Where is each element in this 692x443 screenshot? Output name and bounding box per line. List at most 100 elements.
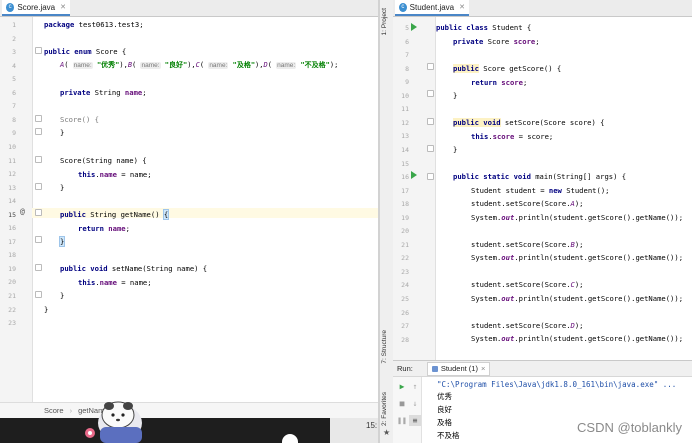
line-number: 24 bbox=[401, 281, 409, 290]
fold-marker-icon[interactable] bbox=[35, 115, 42, 122]
pause-icon[interactable]: ❚❚ bbox=[396, 415, 408, 426]
code-line-print-d[interactable]: System.out.println(student.getScore().ge… bbox=[471, 334, 683, 343]
line-number: 4 bbox=[12, 61, 16, 70]
output-line-2: 良好 bbox=[437, 405, 452, 414]
line-number: 15 bbox=[8, 210, 16, 219]
code-line-3[interactable]: public enum Score { bbox=[44, 47, 126, 56]
line-number: 2 bbox=[12, 34, 16, 43]
fold-marker-icon[interactable] bbox=[35, 264, 42, 271]
scroll-up-icon[interactable]: ↑ bbox=[409, 381, 421, 392]
fold-marker-icon[interactable] bbox=[427, 90, 434, 97]
mascot-sticker-icon bbox=[85, 401, 142, 443]
line-number: 9 bbox=[12, 129, 16, 138]
line-number: 17 bbox=[401, 186, 409, 195]
fold-marker-icon[interactable] bbox=[35, 291, 42, 298]
code-line-15[interactable]: public String getName() { bbox=[60, 209, 170, 220]
line-number: 19 bbox=[401, 213, 409, 222]
code-line-8[interactable]: Score() { bbox=[60, 115, 99, 124]
line-number: 28 bbox=[401, 335, 409, 344]
fold-marker-icon[interactable] bbox=[427, 173, 434, 180]
code-line-set-c[interactable]: student.setScore(Score.C); bbox=[471, 280, 584, 289]
code-line-1[interactable]: package test0613.test3; bbox=[44, 20, 144, 29]
fold-marker-icon[interactable] bbox=[427, 118, 434, 125]
line-number: 1 bbox=[12, 21, 16, 29]
code-line-17[interactable]: Student student = new Student(); bbox=[471, 186, 609, 195]
line-number: 7 bbox=[405, 51, 409, 60]
line-number: 21 bbox=[8, 292, 16, 300]
line-number: 27 bbox=[401, 322, 409, 331]
code-line-9[interactable]: return score; bbox=[471, 78, 527, 87]
left-editor-tabbar: c Score.java ✕ bbox=[0, 0, 378, 17]
line-number: 6 bbox=[12, 88, 16, 97]
run-tool-header: Run: Student (1) × bbox=[393, 361, 692, 377]
rerun-icon[interactable]: ▶ bbox=[396, 381, 408, 392]
override-marker-icon[interactable]: @ bbox=[20, 207, 25, 216]
tab-score-java[interactable]: c Score.java ✕ bbox=[2, 0, 70, 16]
code-line-set-a[interactable]: student.setScore(Score.A); bbox=[471, 199, 584, 208]
code-line-20[interactable]: this.name = name; bbox=[78, 278, 152, 287]
right-editor-pane: 1: Project 7: Structure 2: Favorites ★ c… bbox=[380, 0, 692, 443]
soft-wrap-icon[interactable]: ≡ bbox=[409, 415, 421, 426]
code-line-21[interactable]: } bbox=[60, 291, 64, 300]
code-line-19[interactable]: public void setName(String name) { bbox=[60, 264, 207, 273]
right-editor-tabbar: c Student.java ✕ bbox=[393, 0, 692, 17]
fold-marker-icon[interactable] bbox=[35, 209, 42, 216]
run-class-icon[interactable] bbox=[411, 23, 417, 31]
code-line-6[interactable]: private String name; bbox=[60, 88, 147, 97]
close-icon[interactable]: ✕ bbox=[459, 3, 465, 11]
line-number: 12 bbox=[8, 170, 16, 179]
fold-marker-icon[interactable] bbox=[35, 183, 42, 190]
status-area: 15: bbox=[330, 418, 378, 443]
code-line-5[interactable]: public class Student { bbox=[436, 23, 531, 32]
caret-position[interactable]: 15: bbox=[366, 421, 377, 430]
run-command-line: "C:\Program Files\Java\jdk1.8.0_161\bin\… bbox=[437, 380, 677, 389]
code-line-12[interactable]: public void setScore(Score score) { bbox=[453, 118, 604, 127]
watermark: CSDN @toblankly bbox=[577, 420, 682, 435]
line-number: 16 bbox=[8, 224, 16, 233]
line-number: 25 bbox=[401, 295, 409, 303]
project-tool-button[interactable]: 1: Project bbox=[381, 8, 388, 35]
breadcrumb-item-class[interactable]: Score bbox=[44, 406, 64, 415]
code-line-print-b[interactable]: System.out.println(student.getScore().ge… bbox=[471, 253, 683, 262]
favorites-tool-button[interactable]: 2: Favorites bbox=[381, 392, 388, 426]
code-line-print-a[interactable]: System.out.println(student.getScore().ge… bbox=[471, 213, 683, 222]
run-main-icon[interactable] bbox=[411, 171, 417, 179]
code-line-16[interactable]: public static void main(String[] args) { bbox=[453, 172, 626, 181]
code-line-10[interactable]: } bbox=[453, 91, 457, 100]
fold-marker-icon[interactable] bbox=[35, 156, 42, 163]
code-line-6[interactable]: private Score score; bbox=[453, 37, 540, 46]
code-line-8[interactable]: public Score getScore() { bbox=[453, 64, 561, 73]
code-line-print-c[interactable]: System.out.println(student.getScore().ge… bbox=[471, 294, 683, 303]
fold-marker-icon[interactable] bbox=[35, 128, 42, 135]
fold-marker-icon[interactable] bbox=[427, 63, 434, 70]
taskbar-strip: 15: bbox=[0, 418, 378, 443]
code-line-9[interactable]: } bbox=[60, 128, 64, 137]
code-line-17[interactable]: } bbox=[58, 236, 66, 247]
code-line-22[interactable]: } bbox=[44, 305, 48, 314]
code-line-13[interactable]: this.score = score; bbox=[471, 132, 553, 141]
tab-student-java[interactable]: c Student.java ✕ bbox=[395, 0, 469, 16]
fold-marker-icon[interactable] bbox=[35, 47, 42, 54]
close-icon[interactable]: ✕ bbox=[60, 3, 66, 11]
fold-marker-icon[interactable] bbox=[427, 145, 434, 152]
structure-tool-button[interactable]: 7: Structure bbox=[381, 330, 388, 364]
code-line-4[interactable]: A( name: "优秀"),B( name: "良好"),C( name: "… bbox=[60, 61, 338, 70]
stop-icon[interactable]: ■ bbox=[396, 398, 408, 409]
line-number: 3 bbox=[12, 48, 16, 57]
code-line-14[interactable]: } bbox=[453, 145, 457, 154]
code-line-set-d[interactable]: student.setScore(Score.D); bbox=[471, 321, 584, 330]
run-config-icon bbox=[431, 365, 438, 372]
close-icon[interactable]: × bbox=[481, 364, 485, 373]
code-line-set-b[interactable]: student.setScore(Score.B); bbox=[471, 240, 584, 249]
fold-marker-icon[interactable] bbox=[35, 236, 42, 243]
code-line-16[interactable]: return name; bbox=[78, 224, 130, 233]
run-tab-student[interactable]: Student (1) × bbox=[426, 361, 491, 376]
output-line-3: 及格 bbox=[437, 418, 452, 427]
breadcrumb: Score › getName bbox=[0, 402, 378, 418]
code-line-12[interactable]: this.name = name; bbox=[78, 170, 152, 179]
run-label: Run: bbox=[397, 364, 413, 373]
code-line-11[interactable]: Score(String name) { bbox=[60, 156, 147, 165]
scroll-down-icon[interactable]: ↓ bbox=[409, 398, 421, 409]
line-number: 14 bbox=[401, 145, 409, 154]
code-line-13[interactable]: } bbox=[60, 183, 64, 192]
